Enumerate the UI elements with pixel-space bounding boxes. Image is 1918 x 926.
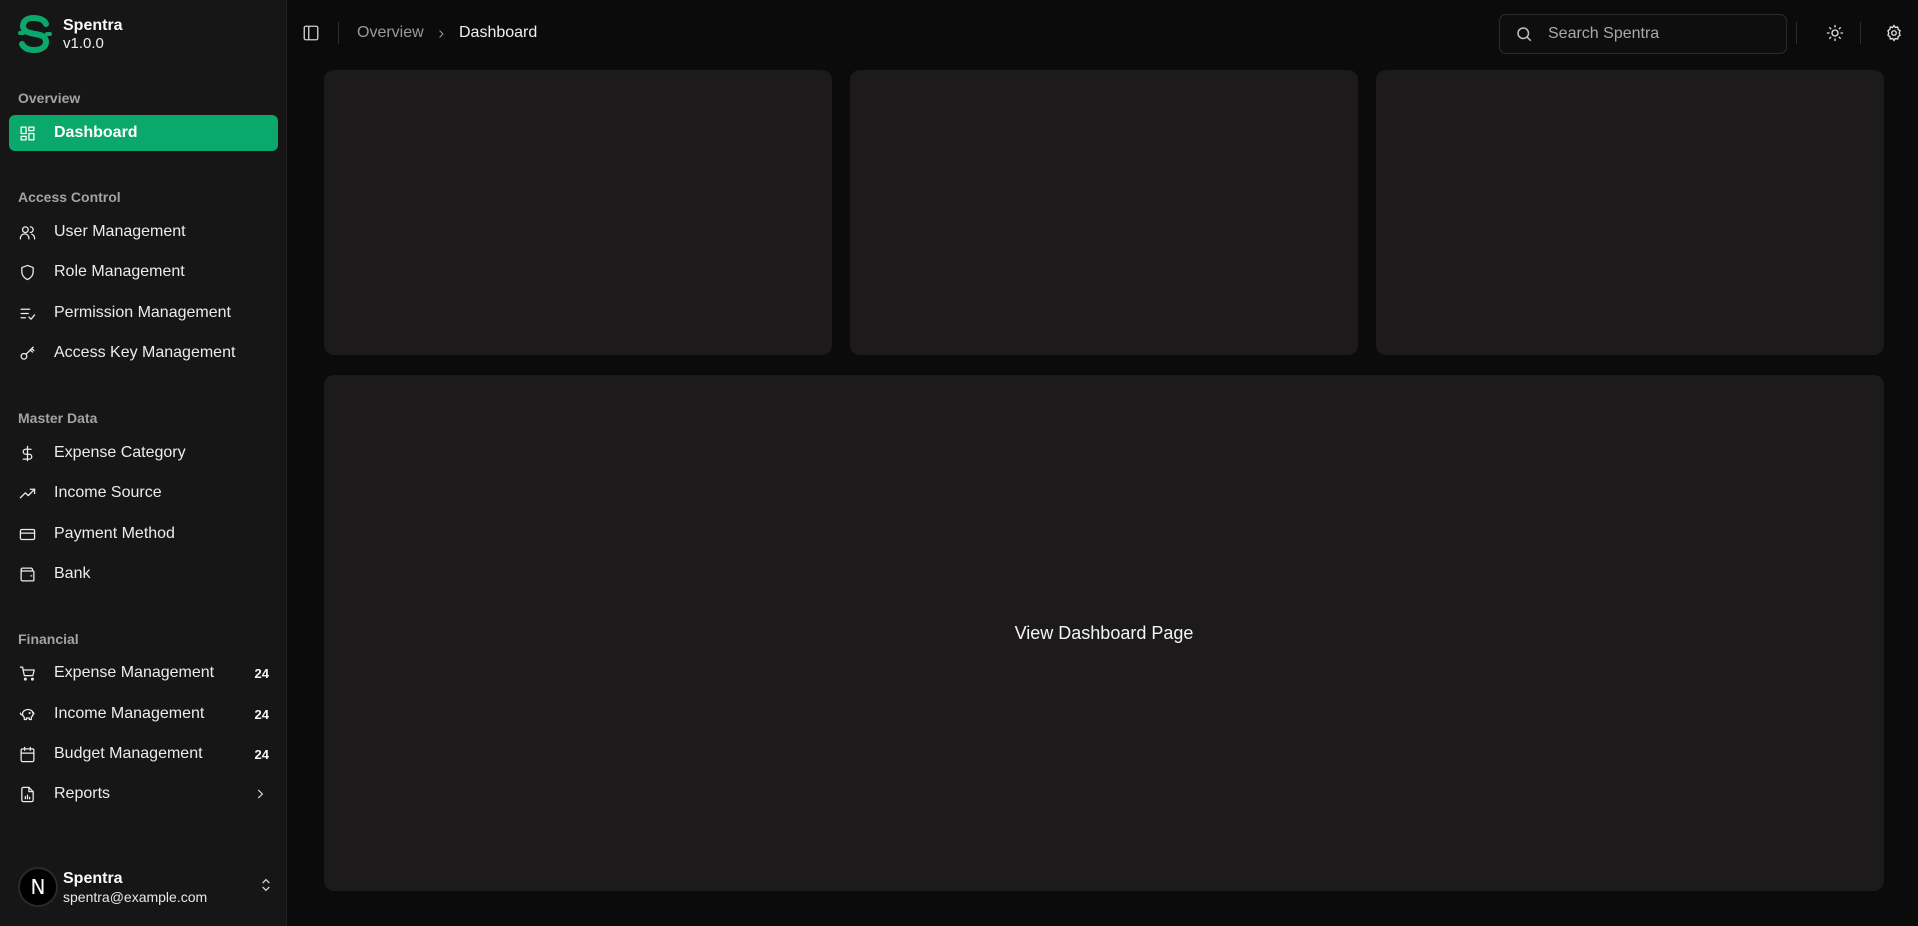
divider <box>1860 22 1861 44</box>
count-badge: 24 <box>254 706 269 722</box>
count-badge: 24 <box>254 665 269 681</box>
sidebar-item-label: Payment Method <box>54 525 175 542</box>
sidebar-item-label: Bank <box>54 565 91 582</box>
user-name: Spentra <box>63 869 123 887</box>
sidebar-item-label: Permission Management <box>54 304 231 321</box>
sidebar-toggle-icon[interactable] <box>302 24 320 42</box>
placeholder-text: View Dashboard Page <box>1014 622 1194 643</box>
stat-card-placeholder <box>324 70 832 355</box>
sidebar-item-income-management[interactable]: Income Management 24 <box>9 696 278 732</box>
wallet-icon <box>18 565 36 583</box>
sidebar-item-expense-category[interactable]: Expense Category <box>9 435 278 471</box>
trending-up-icon <box>18 484 36 502</box>
sidebar-item-dashboard[interactable]: Dashboard <box>9 115 278 151</box>
sidebar-item-label: Expense Category <box>54 444 186 461</box>
search-input[interactable] <box>1548 25 1768 43</box>
file-chart-icon <box>18 785 36 803</box>
stat-card-placeholder <box>1376 70 1884 355</box>
sidebar-item-reports[interactable]: Reports <box>9 776 278 812</box>
sidebar-item-user-management[interactable]: User Management <box>9 214 278 250</box>
sidebar-item-label: Access Key Management <box>54 344 236 361</box>
credit-card-icon <box>18 525 36 543</box>
list-checks-icon <box>18 304 36 322</box>
stat-card-placeholder <box>850 70 1358 355</box>
chevrons-up-down-icon[interactable] <box>258 877 274 898</box>
brand[interactable]: Spentra v1.0.0 <box>18 15 123 53</box>
sidebar-item-expense-management[interactable]: Expense Management 24 <box>9 655 278 691</box>
sidebar-item-permission-management[interactable]: Permission Management <box>9 295 278 331</box>
group-label-master-data: Master Data <box>18 410 98 426</box>
shield-icon <box>18 263 36 281</box>
sidebar-item-label: Role Management <box>54 263 185 280</box>
sidebar-item-label: Reports <box>54 785 111 802</box>
group-label-access-control: Access Control <box>18 189 121 205</box>
sidebar-item-label: Dashboard <box>54 124 138 141</box>
breadcrumb-overview[interactable]: Overview <box>357 24 424 42</box>
avatar: N <box>18 867 58 907</box>
gear-icon[interactable] <box>1885 24 1903 42</box>
user-menu[interactable]: N Spentra spentra@example.com <box>18 864 274 910</box>
divider <box>338 22 339 44</box>
sidebar-item-role-management[interactable]: Role Management <box>9 254 278 290</box>
sidebar-item-label: Expense Management <box>54 664 215 681</box>
sidebar-item-income-source[interactable]: Income Source <box>9 475 278 511</box>
chevron-right-icon <box>253 787 267 801</box>
divider <box>1796 22 1797 44</box>
sun-icon[interactable] <box>1826 24 1844 42</box>
count-badge: 24 <box>254 746 269 762</box>
group-label-overview: Overview <box>18 90 81 106</box>
users-icon <box>18 223 36 241</box>
sidebar-item-access-key-management[interactable]: Access Key Management <box>9 335 278 371</box>
sidebar-item-label: Income Source <box>54 484 162 501</box>
dashboard-grid-icon <box>18 124 36 142</box>
shopping-cart-icon <box>18 664 36 682</box>
calendar-icon <box>18 745 36 763</box>
user-email: spentra@example.com <box>63 888 208 905</box>
search-icon <box>1515 25 1533 43</box>
sidebar: Spentra v1.0.0 Overview Dashboard Access… <box>0 0 287 926</box>
chevron-right-icon <box>435 27 447 39</box>
topbar: Overview Dashboard <box>288 0 1918 68</box>
spentra-logo-icon <box>18 15 52 53</box>
search-box[interactable] <box>1499 14 1787 54</box>
sidebar-item-payment-method[interactable]: Payment Method <box>9 516 278 552</box>
brand-name: Spentra <box>63 16 123 34</box>
key-icon <box>18 344 36 362</box>
piggy-bank-icon <box>18 705 36 723</box>
sidebar-item-label: Income Management <box>54 705 205 722</box>
sidebar-item-budget-management[interactable]: Budget Management 24 <box>9 736 278 772</box>
dollar-sign-icon <box>18 444 36 462</box>
sidebar-item-bank[interactable]: Bank <box>9 556 278 592</box>
brand-version: v1.0.0 <box>63 34 104 52</box>
sidebar-item-label: Budget Management <box>54 745 203 762</box>
dashboard-panel: View Dashboard Page <box>324 375 1884 891</box>
sidebar-item-label: User Management <box>54 223 186 240</box>
breadcrumb-dashboard: Dashboard <box>459 24 538 41</box>
group-label-financial: Financial <box>18 631 79 647</box>
